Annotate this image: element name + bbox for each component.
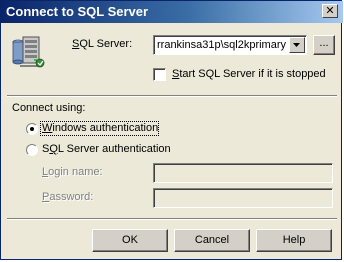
start-server-label[interactable]: Start SQL Server if it is stopped	[172, 68, 326, 80]
separator-bottom	[7, 218, 337, 220]
sql-auth-radio[interactable]	[26, 144, 38, 156]
close-button[interactable]: ✕	[322, 4, 338, 18]
windows-auth-radio[interactable]	[26, 123, 38, 135]
title-bar[interactable]: Connect to SQL Server ✕	[1, 1, 343, 23]
sql-server-value: rrankinsa31p\sql2kprimary	[157, 39, 286, 51]
combo-dropdown-button[interactable]	[289, 37, 305, 53]
radio-selected-dot	[30, 127, 34, 131]
windows-auth-label[interactable]: Windows authentication	[42, 122, 158, 134]
window-title: Connect to SQL Server	[6, 4, 149, 19]
password-label: Password:	[42, 191, 94, 203]
chevron-down-icon	[293, 43, 300, 47]
close-icon: ✕	[325, 4, 335, 17]
separator-top	[7, 95, 337, 97]
sql-server-icon	[12, 36, 45, 68]
sql-auth-label[interactable]: SQL Server authentication	[42, 143, 171, 155]
login-name-field[interactable]	[153, 163, 333, 183]
browse-button[interactable]: ...	[313, 35, 335, 55]
sql-server-label: SQL Server:	[72, 38, 133, 50]
login-name-label: Login name:	[42, 166, 103, 178]
password-field[interactable]	[153, 188, 333, 208]
sql-server-combo[interactable]: rrankinsa31p\sql2kprimary	[153, 35, 307, 55]
cancel-button[interactable]: Cancel	[174, 229, 250, 252]
connect-using-heading: Connect using:	[12, 102, 86, 114]
start-server-checkbox[interactable]	[153, 68, 166, 81]
help-button[interactable]: Help	[256, 229, 332, 252]
connect-dialog: Connect to SQL Server ✕ SQL Server: rran…	[0, 0, 343, 260]
ok-button[interactable]: OK	[92, 229, 168, 252]
